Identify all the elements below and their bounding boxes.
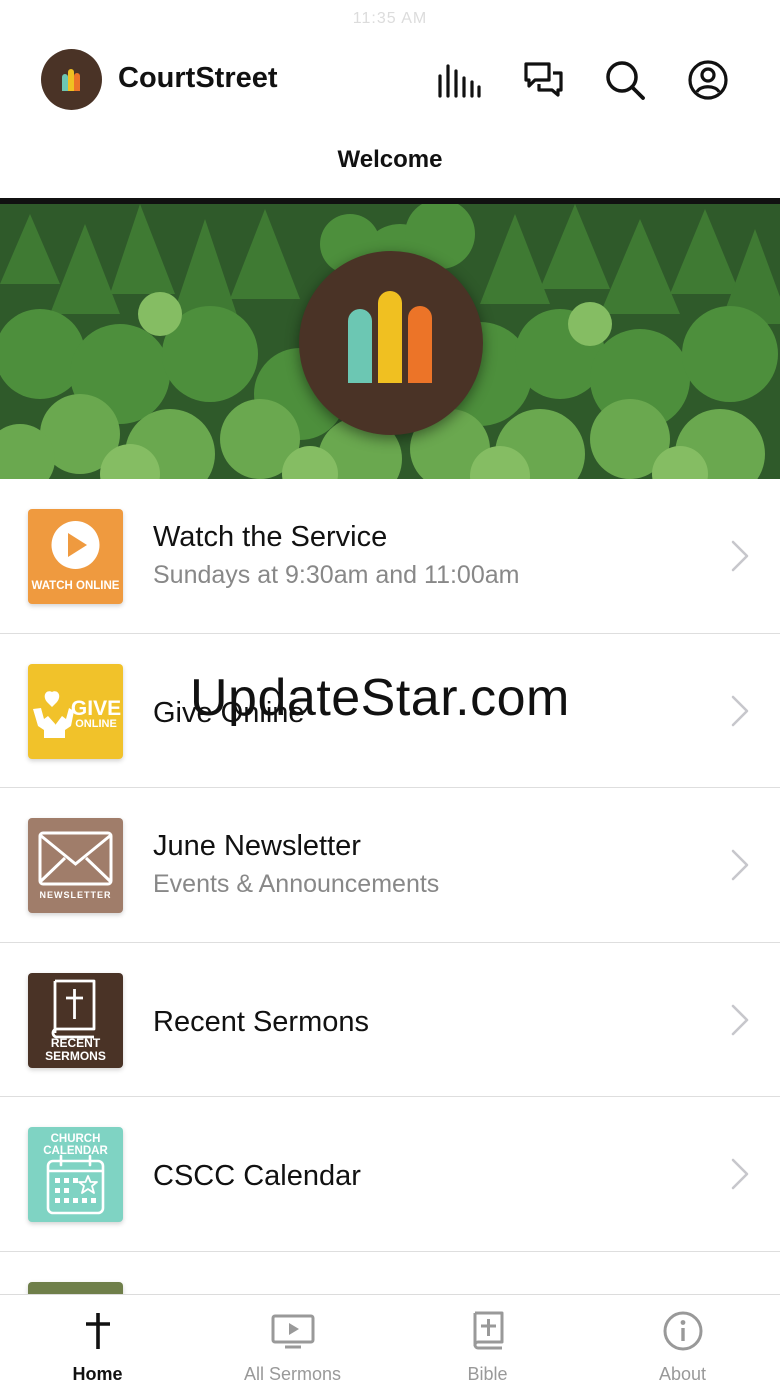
menu-item-watch-service[interactable]: WATCH ONLINE Watch the Service Sundays a… (0, 479, 780, 634)
chevron-right-icon (731, 849, 749, 881)
logo-bars-icon (62, 69, 80, 91)
menu-list: WATCH ONLINE Watch the Service Sundays a… (0, 479, 780, 1387)
tab-label: Bible (467, 1364, 508, 1384)
chat-icon[interactable] (521, 58, 565, 102)
envelope-icon: NEWSLETTER (38, 831, 113, 900)
page-title: Welcome (337, 146, 443, 173)
item-title: Give Online (153, 696, 305, 729)
menu-item-newsletter[interactable]: NEWSLETTER June Newsletter Events & Anno… (0, 788, 780, 943)
tile-label: WATCH ONLINE (32, 580, 120, 592)
tab-label: About (658, 1364, 707, 1384)
menu-item-calendar[interactable]: CHURCH CALENDAR CSCC Calendar (0, 1097, 780, 1252)
brand-logo[interactable] (41, 49, 102, 110)
item-title: CSCC Calendar (153, 1160, 361, 1192)
bible-plus-icon (390, 1309, 585, 1353)
tab-bar: Home All Sermons Bible About (0, 1294, 780, 1387)
giving-hands-icon: GIVE ONLINE (33, 690, 121, 738)
tile-label: SERMONS (45, 1049, 106, 1063)
app-name: CourtStreet (118, 62, 278, 94)
stats-icon[interactable] (437, 58, 481, 102)
chevron-right-icon (731, 1004, 749, 1035)
item-subtitle: Sundays at 9:30am and 11:00am (153, 561, 520, 589)
status-bar-time: 11:35 AM (352, 10, 428, 27)
cross-icon (0, 1309, 195, 1353)
watch-online-tile: WATCH ONLINE (28, 509, 123, 604)
video-icon (195, 1309, 390, 1353)
calendar-tile: CHURCH CALENDAR (28, 1127, 123, 1222)
hero-logo (299, 251, 483, 435)
item-title: Recent Sermons (153, 1005, 369, 1038)
chevron-right-icon (731, 1158, 749, 1190)
info-icon (585, 1309, 780, 1353)
item-subtitle: Events & Announcements (153, 870, 440, 898)
tile-label: CHURCH (51, 1133, 101, 1145)
search-icon[interactable] (603, 58, 647, 102)
play-icon: WATCH ONLINE (32, 521, 120, 592)
bible-icon: RECENT SERMONS (45, 979, 106, 1063)
newsletter-tile: NEWSLETTER (28, 818, 123, 913)
account-icon[interactable] (686, 58, 730, 102)
tile-label: ONLINE (75, 718, 117, 730)
tile-label: RECENT (51, 1036, 101, 1050)
item-title: June Newsletter (153, 830, 361, 862)
chevron-right-icon (731, 695, 749, 726)
tile-label: GIVE (71, 697, 121, 720)
tab-label: Home (72, 1364, 123, 1384)
tab-bible[interactable]: Bible (390, 1295, 585, 1387)
tile-label: CALENDAR (43, 1145, 108, 1157)
calendar-icon: CHURCH CALENDAR (43, 1133, 108, 1215)
tab-about[interactable]: About (585, 1295, 780, 1387)
logo-bars-icon (348, 291, 432, 383)
tile-label: NEWSLETTER (40, 890, 112, 900)
menu-item-recent-sermons[interactable]: RECENT SERMONS Recent Sermons (0, 942, 780, 1097)
hero-banner (0, 198, 780, 479)
app-header: CourtStreet (0, 40, 780, 120)
give-online-tile: GIVE ONLINE (28, 663, 123, 759)
tab-label: All Sermons (243, 1364, 342, 1384)
recent-sermons-tile: RECENT SERMONS (28, 972, 123, 1068)
tab-all-sermons[interactable]: All Sermons (195, 1295, 390, 1387)
item-title: Watch the Service (153, 521, 388, 553)
menu-item-give-online[interactable]: GIVE ONLINE Give Online (0, 633, 780, 788)
chevron-right-icon (731, 540, 749, 572)
tab-home[interactable]: Home (0, 1295, 195, 1387)
